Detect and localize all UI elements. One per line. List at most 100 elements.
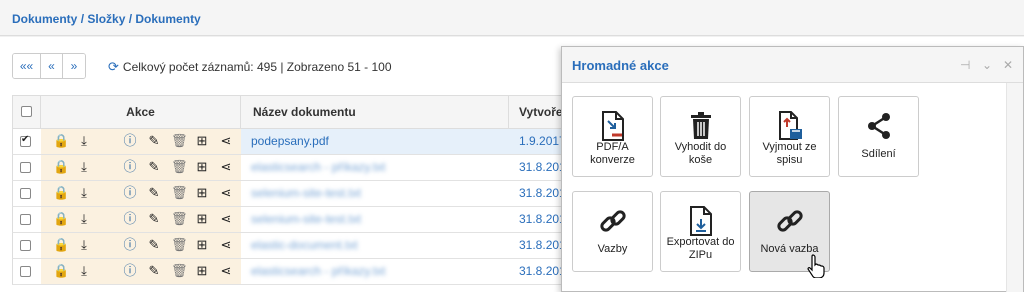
- download-icon[interactable]: ⤓: [77, 134, 91, 148]
- links-button[interactable]: Vazby: [572, 191, 653, 272]
- tile-label: Vazby: [597, 243, 628, 255]
- info-icon[interactable]: ⓘ: [123, 186, 137, 200]
- table-row[interactable]: 🔒 ⤓ ⓘ ✎ 🗑 ⊞ ⋖ elasticsearch - příkazy.txt 31.8.2…: [12, 155, 612, 181]
- expand-icon[interactable]: ⊞: [195, 186, 209, 200]
- row-checkbox[interactable]: [20, 240, 31, 251]
- breadcrumb-item[interactable]: Dokumenty: [135, 12, 200, 26]
- share-icon: [839, 109, 918, 143]
- edit-icon[interactable]: ✎: [147, 134, 161, 148]
- record-count: ⟳ Celkový počet záznamů: 495 | Zobrazeno…: [108, 59, 392, 75]
- row-checkbox[interactable]: [20, 188, 31, 199]
- panel-title: Hromadné akce: [572, 58, 669, 73]
- download-icon[interactable]: ⤓: [77, 264, 91, 278]
- share-icon[interactable]: ⋖: [219, 212, 233, 226]
- chevron-down-icon[interactable]: ⌄: [982, 58, 992, 72]
- document-name-link[interactable]: elasticsearch - příkazy.txt: [251, 160, 385, 174]
- trash-icon[interactable]: 🗑: [171, 134, 188, 148]
- expand-icon[interactable]: ⊞: [195, 134, 209, 148]
- trash-icon: [661, 109, 740, 143]
- download-icon[interactable]: ⤓: [77, 212, 91, 226]
- table-row[interactable]: 🔒⤓ⓘ✎🗑⊞⋖podepsany.pdf1.9.2017: [12, 129, 613, 155]
- lock-icon[interactable]: 🔒: [53, 160, 69, 174]
- edit-icon[interactable]: ✎: [147, 212, 161, 226]
- info-icon[interactable]: ⓘ: [123, 264, 137, 278]
- document-name-link[interactable]: selenium-site-test.txt: [251, 212, 361, 226]
- share-icon[interactable]: ⋖: [219, 186, 233, 200]
- expand-icon[interactable]: ⊞: [195, 264, 209, 278]
- refresh-icon[interactable]: ⟳: [108, 59, 119, 75]
- export-zip-icon: [661, 204, 740, 238]
- breadcrumb-bar: Dokumenty / Složky / Dokumenty: [0, 0, 1024, 36]
- trash-icon[interactable]: 🗑: [171, 186, 188, 200]
- tile-label: Vyhodit do koše: [674, 141, 727, 166]
- lock-icon[interactable]: 🔒: [53, 212, 69, 226]
- link-icon: [750, 204, 829, 238]
- info-icon[interactable]: ⓘ: [123, 238, 137, 252]
- document-name-cell: elasticsearch - příkazy.txt: [241, 259, 509, 284]
- document-name-cell: elasticsearch - příkazy.txt: [241, 155, 509, 180]
- first-page-button[interactable]: ««: [13, 54, 41, 78]
- trash-button[interactable]: Vyhodit do koše: [660, 96, 741, 177]
- share-icon[interactable]: ⋖: [219, 134, 233, 148]
- info-icon[interactable]: ⓘ: [123, 134, 137, 148]
- table-row[interactable]: 🔒 ⤓ ⓘ ✎ 🗑 ⊞ ⋖ elastic-document.txt 31.8.2017: [12, 233, 612, 259]
- trash-icon[interactable]: 🗑: [171, 212, 188, 226]
- document-name-link[interactable]: selenium-site-test.txt: [251, 186, 361, 200]
- row-actions: 🔒 ⤓ ⓘ ✎ 🗑 ⊞ ⋖: [41, 259, 241, 284]
- lock-icon[interactable]: 🔒: [53, 134, 69, 148]
- row-checkbox[interactable]: [20, 162, 31, 173]
- row-checkbox[interactable]: [20, 266, 31, 277]
- row-checkbox[interactable]: [20, 134, 31, 147]
- row-actions: 🔒 ⤓ ⓘ ✎ 🗑 ⊞ ⋖: [41, 155, 241, 180]
- export-zip-button[interactable]: Exportovat do ZIPu: [660, 191, 741, 272]
- row-checkbox[interactable]: [20, 214, 31, 225]
- trash-icon[interactable]: 🗑: [171, 264, 188, 278]
- pdfa-convert-button[interactable]: PDF/A konverze: [572, 96, 653, 177]
- trash-icon[interactable]: 🗑: [171, 160, 188, 174]
- document-remove-icon: [750, 109, 829, 143]
- share-icon[interactable]: ⋖: [219, 160, 233, 174]
- panel-scrollbar[interactable]: [1006, 83, 1023, 292]
- expand-icon[interactable]: ⊞: [195, 238, 209, 252]
- breadcrumb-item[interactable]: Složky: [87, 12, 125, 26]
- lock-icon[interactable]: 🔒: [53, 264, 69, 278]
- app-frame: Dokumenty / Složky / Dokumenty «« « » ⟳ …: [0, 0, 1024, 292]
- download-icon[interactable]: ⤓: [77, 186, 91, 200]
- expand-icon[interactable]: ⊞: [195, 212, 209, 226]
- remove-from-file-button[interactable]: Vyjmout ze spisu: [749, 96, 830, 177]
- header-actions: Akce: [41, 96, 241, 128]
- share-icon[interactable]: ⋖: [219, 264, 233, 278]
- share-button[interactable]: Sdílení: [838, 96, 919, 177]
- tile-label: Exportovat do ZIPu: [666, 236, 735, 261]
- table-row[interactable]: 🔒 ⤓ ⓘ ✎ 🗑 ⊞ ⋖ selenium-site-test.txt 31.8.2017: [12, 207, 612, 233]
- document-name-link[interactable]: elasticsearch - příkazy.txt: [251, 264, 385, 278]
- table-row[interactable]: 🔒 ⤓ ⓘ ✎ 🗑 ⊞ ⋖ selenium-site-test.txt 31.8.2017: [12, 181, 612, 207]
- close-icon[interactable]: ✕: [1003, 58, 1013, 72]
- edit-icon[interactable]: ✎: [147, 186, 161, 200]
- select-all-checkbox[interactable]: [21, 106, 32, 117]
- row-actions: 🔒 ⤓ ⓘ ✎ 🗑 ⊞ ⋖: [41, 233, 241, 258]
- next-page-button[interactable]: »: [63, 54, 85, 78]
- pin-icon[interactable]: ⊣: [960, 58, 970, 72]
- download-icon[interactable]: ⤓: [77, 160, 91, 174]
- header-name[interactable]: Název dokumentu: [241, 96, 509, 128]
- breadcrumb-item[interactable]: Dokumenty: [12, 12, 77, 26]
- pdfa-convert-icon: [573, 109, 652, 143]
- info-icon[interactable]: ⓘ: [123, 212, 137, 226]
- info-icon[interactable]: ⓘ: [123, 160, 137, 174]
- row-actions: 🔒 ⤓ ⓘ ✎ 🗑 ⊞ ⋖: [41, 207, 241, 232]
- table-row[interactable]: 🔒 ⤓ ⓘ ✎ 🗑 ⊞ ⋖ elasticsearch - příkazy.txt 31.8.2…: [12, 259, 612, 285]
- expand-icon[interactable]: ⊞: [195, 160, 209, 174]
- lock-icon[interactable]: 🔒: [53, 186, 69, 200]
- lock-icon[interactable]: 🔒: [53, 238, 69, 252]
- trash-icon[interactable]: 🗑: [171, 238, 188, 252]
- edit-icon[interactable]: ✎: [147, 238, 161, 252]
- prev-page-button[interactable]: «: [41, 54, 63, 78]
- document-name-link[interactable]: podepsany.pdf: [251, 134, 329, 148]
- edit-icon[interactable]: ✎: [147, 264, 161, 278]
- document-name-link[interactable]: elastic-document.txt: [251, 238, 358, 252]
- edit-icon[interactable]: ✎: [147, 160, 161, 174]
- breadcrumb: Dokumenty / Složky / Dokumenty: [12, 12, 201, 26]
- share-icon[interactable]: ⋖: [219, 238, 233, 252]
- download-icon[interactable]: ⤓: [77, 238, 91, 252]
